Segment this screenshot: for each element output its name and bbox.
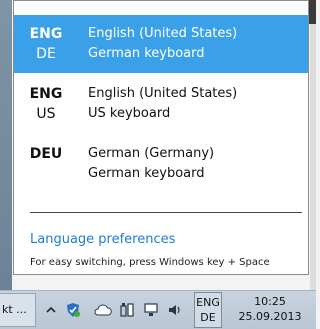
language-code: DEU: [14, 144, 78, 184]
language-code-main: DEU: [29, 146, 63, 162]
language-code-main: ENG: [29, 26, 63, 42]
taskbar: kt ... ENG DE 10:25 25.09.2013: [0, 290, 316, 329]
language-code-sub: DE: [36, 46, 56, 62]
language-names: English (United States) German keyboard: [78, 24, 237, 64]
desktop-background-right: [310, 0, 316, 290]
chevron-up-icon[interactable]: [42, 301, 60, 319]
language-item-eng-de[interactable]: ENG DE English (United States) German ke…: [14, 15, 308, 73]
language-code-main: ENG: [29, 86, 63, 102]
input-language-indicator[interactable]: ENG DE: [194, 292, 222, 328]
language-preferences-link[interactable]: Language preferences: [30, 232, 175, 247]
language-name: English (United States): [88, 86, 238, 101]
network-icon[interactable]: [142, 301, 160, 319]
desktop-background: [0, 0, 12, 290]
power-icon[interactable]: [118, 301, 136, 319]
cloud-icon[interactable]: [94, 301, 112, 319]
shield-icon[interactable]: [64, 301, 82, 319]
language-item-deu[interactable]: DEU German (Germany) German keyboard: [14, 135, 308, 193]
language-code: ENG DE: [14, 24, 78, 64]
language-name: English (United States): [88, 26, 238, 41]
language-item-eng-us[interactable]: ENG US English (United States) US keyboa…: [14, 75, 308, 133]
keyboard-name: German keyboard: [88, 46, 205, 61]
language-name: German (Germany): [88, 146, 215, 161]
separator: [30, 212, 302, 213]
ime-language: ENG: [196, 296, 220, 309]
language-code-sub: US: [36, 106, 56, 122]
language-code: ENG US: [14, 84, 78, 124]
keyboard-name: German keyboard: [88, 166, 205, 181]
language-names: English (United States) US keyboard: [78, 84, 237, 124]
clock[interactable]: 10:25 25.09.2013: [226, 293, 314, 328]
taskbar-app-button[interactable]: kt ...: [0, 293, 36, 327]
switching-hint: For easy switching, press Windows key + …: [30, 257, 270, 268]
ime-layout: DE: [200, 311, 216, 324]
clock-date: 25.09.2013: [238, 310, 302, 323]
language-names: German (Germany) German keyboard: [78, 144, 214, 184]
keyboard-name: US keyboard: [88, 106, 171, 121]
volume-icon[interactable]: [166, 301, 184, 319]
clock-time: 10:25: [254, 295, 286, 308]
language-flyout: ENG DE English (United States) German ke…: [13, 0, 309, 275]
